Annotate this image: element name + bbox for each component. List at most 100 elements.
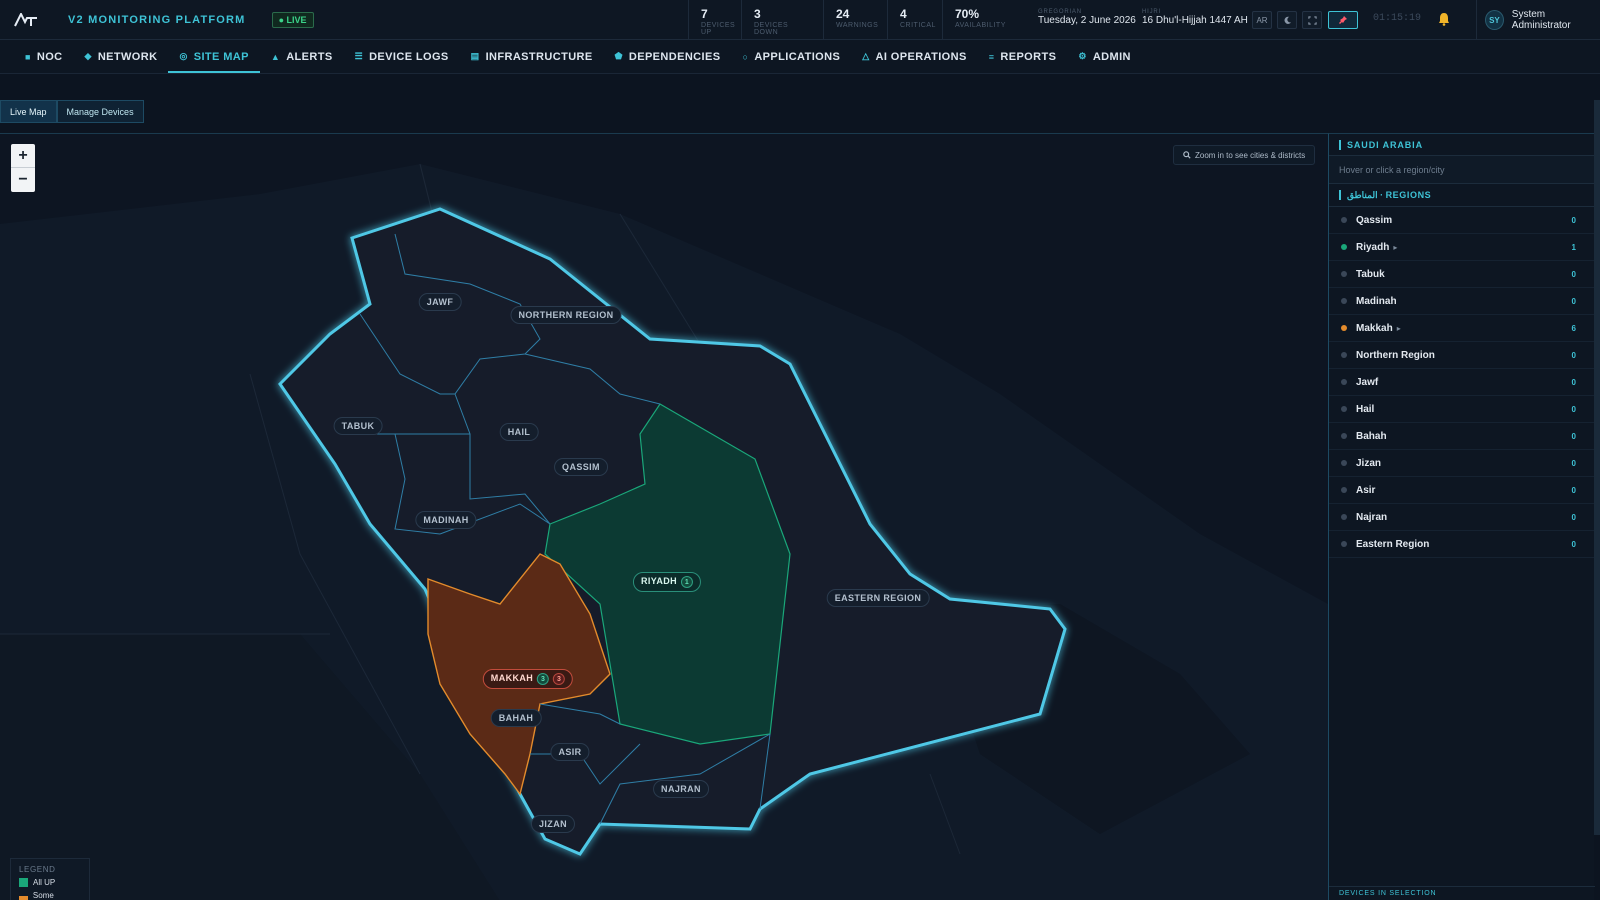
label-bahah[interactable]: BAHAH bbox=[490, 709, 542, 727]
region-device-count: 0 bbox=[1571, 431, 1576, 441]
tab-live-map[interactable]: Live Map bbox=[0, 100, 57, 123]
label-madinah[interactable]: MADINAH bbox=[415, 511, 477, 529]
up-count-badge: 3 bbox=[537, 673, 550, 685]
label-northern-region[interactable]: NORTHERN REGION bbox=[510, 306, 622, 324]
label-makkah[interactable]: MAKKAH 3 3 bbox=[482, 669, 574, 689]
nav-label: AI OPERATIONS bbox=[875, 50, 967, 63]
status-dot bbox=[1341, 379, 1347, 385]
nav-infrastructure[interactable]: ▤ INFRASTRUCTURE bbox=[460, 40, 604, 73]
region-item-bahah[interactable]: Bahah 0 bbox=[1329, 423, 1594, 450]
nav-site-map[interactable]: ◎ SITE MAP bbox=[168, 40, 261, 73]
chevron-right-icon: ▸ bbox=[1393, 242, 1398, 252]
nav-label: ALERTS bbox=[286, 50, 333, 63]
nav-dependencies[interactable]: ⬟ DEPENDENCIES bbox=[604, 40, 732, 73]
network-icon: ◆ bbox=[84, 51, 92, 61]
region-device-count: 0 bbox=[1571, 458, 1576, 468]
stat-value: 7 bbox=[701, 7, 708, 21]
region-item-tabuk[interactable]: Tabuk 0 bbox=[1329, 261, 1594, 288]
region-name: Madinah bbox=[1356, 295, 1397, 307]
label-jawf[interactable]: JAWF bbox=[418, 293, 462, 311]
stat-availability[interactable]: 70% AVAILABILITY bbox=[942, 0, 1022, 40]
region-device-count: 6 bbox=[1571, 323, 1576, 333]
bell-icon[interactable] bbox=[1438, 12, 1450, 31]
site-map[interactable]: + − Zoom in to see cities & districts JA… bbox=[0, 133, 1328, 900]
nav-label: SITE MAP bbox=[193, 50, 249, 63]
status-dot bbox=[1341, 244, 1347, 250]
nav-label: DEVICE LOGS bbox=[369, 50, 449, 63]
nav-applications[interactable]: ○ APPLICATIONS bbox=[731, 40, 851, 73]
region-name: Jawf bbox=[1356, 376, 1379, 388]
region-item-northern-region[interactable]: Northern Region 0 bbox=[1329, 342, 1594, 369]
date-value: Tuesday, 2 June 2026 bbox=[1038, 15, 1136, 26]
region-device-count: 0 bbox=[1571, 269, 1576, 279]
status-dot bbox=[1341, 514, 1347, 520]
region-name: Jizan bbox=[1356, 457, 1382, 469]
nav-device-logs[interactable]: ☰ DEVICE LOGS bbox=[344, 40, 460, 73]
label-riyadh[interactable]: RIYADH 1 bbox=[632, 572, 702, 592]
nav-network[interactable]: ◆ NETWORK bbox=[74, 40, 169, 73]
region-item-riyadh[interactable]: Riyadh ▸ 1 bbox=[1329, 234, 1594, 261]
tab-manage-devices[interactable]: Manage Devices bbox=[56, 100, 144, 123]
language-toggle-button[interactable]: AR bbox=[1252, 11, 1272, 29]
status-dot bbox=[1341, 406, 1347, 412]
zoom-out-button[interactable]: − bbox=[11, 168, 35, 192]
nav-noc[interactable]: ■ NOC bbox=[14, 40, 74, 73]
region-item-hail[interactable]: Hail 0 bbox=[1329, 396, 1594, 423]
region-name: Bahah bbox=[1356, 430, 1387, 442]
panel-hint: Hover or click a region/city bbox=[1329, 156, 1594, 184]
label-qassim[interactable]: QASSIM bbox=[554, 458, 608, 476]
zoom-in-button[interactable]: + bbox=[11, 144, 35, 168]
stat-warnings[interactable]: 24 WARNINGS bbox=[823, 0, 887, 40]
logo[interactable] bbox=[0, 0, 52, 40]
pin-icon[interactable] bbox=[1328, 11, 1358, 29]
region-device-count: 0 bbox=[1571, 539, 1576, 549]
ai-icon: △ bbox=[862, 51, 870, 61]
status-dot bbox=[1341, 352, 1347, 358]
nav-ai-operations[interactable]: △ AI OPERATIONS bbox=[851, 40, 978, 73]
moon-icon[interactable] bbox=[1277, 11, 1297, 29]
status-dot bbox=[1341, 298, 1347, 304]
legend-caption: LEGEND bbox=[19, 865, 56, 874]
nav-reports[interactable]: ≡ REPORTS bbox=[978, 40, 1068, 73]
nav-label: NETWORK bbox=[97, 50, 158, 63]
label-najran[interactable]: NAJRAN bbox=[653, 780, 709, 798]
label-text: RIYADH bbox=[640, 576, 678, 586]
nav-label: INFRASTRUCTURE bbox=[485, 50, 593, 63]
nav-alerts[interactable]: ▲ ALERTS bbox=[260, 40, 344, 73]
region-item-madinah[interactable]: Madinah 0 bbox=[1329, 288, 1594, 315]
header-bar bbox=[1339, 139, 1341, 150]
stat-critical[interactable]: 4 CRITICAL bbox=[887, 0, 942, 40]
label-jizan[interactable]: JIZAN bbox=[530, 815, 576, 833]
down-count-badge: 3 bbox=[553, 673, 566, 685]
label-eastern-region[interactable]: EASTERN REGION bbox=[826, 589, 930, 607]
stat-label: WARNINGS bbox=[836, 22, 879, 29]
nav-label: APPLICATIONS bbox=[754, 50, 841, 63]
zoom-controls: + − bbox=[11, 144, 35, 192]
fullscreen-icon[interactable] bbox=[1302, 11, 1322, 29]
region-item-najran[interactable]: Najran 0 bbox=[1329, 504, 1594, 531]
stat-devices-down[interactable]: 3 DEVICES DOWN bbox=[741, 0, 823, 40]
label-hail[interactable]: HAIL bbox=[499, 423, 539, 441]
status-dot bbox=[1341, 433, 1347, 439]
region-item-qassim[interactable]: Qassim 0 bbox=[1329, 207, 1594, 234]
region-name: Najran bbox=[1356, 511, 1388, 523]
region-name: Northern Region bbox=[1356, 349, 1435, 361]
label-tabuk[interactable]: TABUK bbox=[333, 417, 383, 435]
stats-bar: 7 DEVICES UP 3 DEVICES DOWN 24 WARNINGS 4 CR… bbox=[688, 0, 1022, 40]
region-item-asir[interactable]: Asir 0 bbox=[1329, 477, 1594, 504]
region-item-jawf[interactable]: Jawf 0 bbox=[1329, 369, 1594, 396]
scrollbar[interactable] bbox=[1594, 100, 1600, 835]
status-dot bbox=[1341, 271, 1347, 277]
panel-country-header: SAUDI ARABIA bbox=[1329, 134, 1594, 156]
stat-devices-up[interactable]: 7 DEVICES UP bbox=[688, 0, 741, 40]
label-text: MAKKAH bbox=[490, 673, 534, 683]
region-item-eastern-region[interactable]: Eastern Region 0 bbox=[1329, 531, 1594, 558]
label-asir[interactable]: ASIR bbox=[550, 743, 590, 761]
region-device-count: 0 bbox=[1571, 485, 1576, 495]
avatar: SY bbox=[1485, 10, 1504, 30]
region-item-jizan[interactable]: Jizan 0 bbox=[1329, 450, 1594, 477]
nav-admin[interactable]: ⚙ ADMIN bbox=[1067, 40, 1142, 73]
region-item-makkah[interactable]: Makkah ▸ 6 bbox=[1329, 315, 1594, 342]
country-title: SAUDI ARABIA bbox=[1347, 139, 1423, 150]
user-menu[interactable]: SY System Administrator bbox=[1476, 0, 1600, 40]
